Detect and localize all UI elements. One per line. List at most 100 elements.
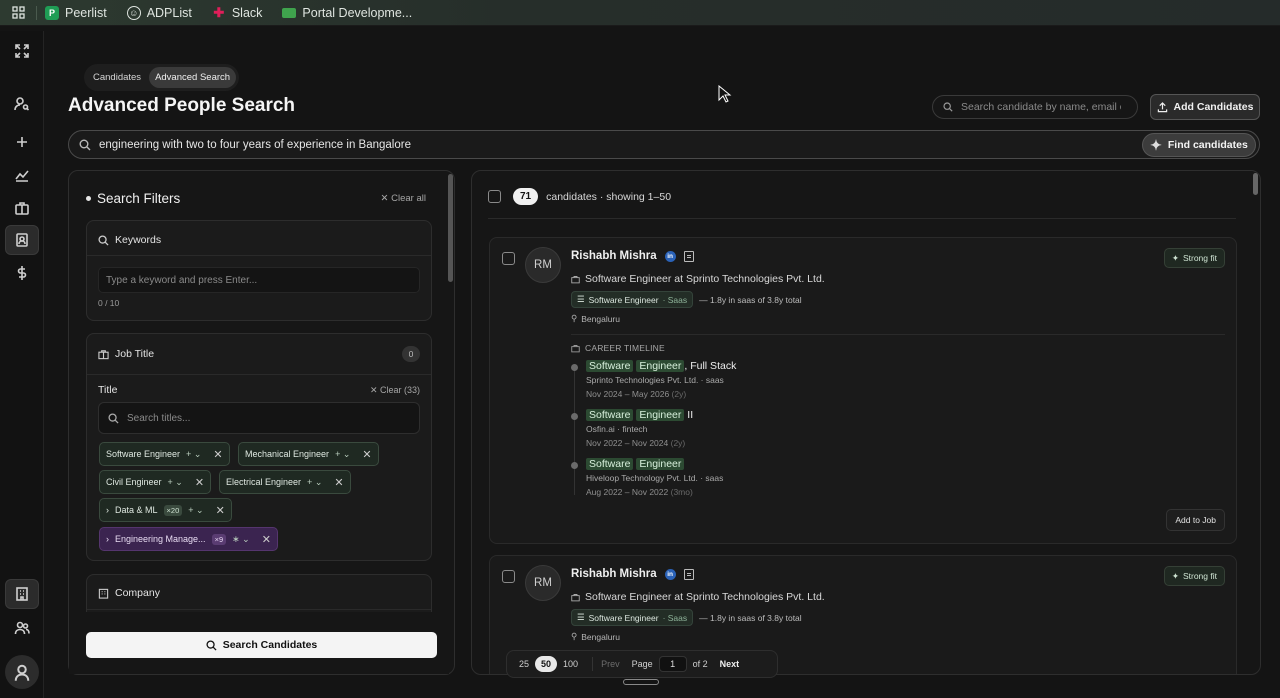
next-page-button[interactable]: Next	[720, 659, 740, 669]
title-chip[interactable]: Electrical Engineer + ⌄ ✕	[219, 470, 351, 494]
user-avatar-icon[interactable]	[5, 655, 39, 689]
career-timeline-label: CAREER TIMELINE	[571, 343, 665, 353]
timeline-dates: Aug 2022 – Nov 2022 (3mo)	[586, 487, 693, 497]
keywords-header[interactable]: Keywords	[98, 234, 161, 246]
close-icon[interactable]: ✕	[213, 448, 222, 461]
slack-icon: ✚	[213, 4, 225, 20]
bookmark-peerlist[interactable]: P Peerlist	[45, 5, 107, 20]
candidate-checkbox[interactable]	[502, 570, 515, 583]
close-icon[interactable]: ✕	[362, 448, 371, 461]
results-panel: 71 candidates · showing 1–50 RM Rishabh …	[471, 170, 1261, 675]
layers-icon: ☰	[577, 294, 585, 304]
bookmark-slack[interactable]: ✚ Slack	[212, 4, 263, 20]
dollar-icon[interactable]	[5, 258, 39, 288]
expand-icon[interactable]	[5, 36, 39, 66]
chip-mode-toggle[interactable]: + ⌄	[168, 477, 183, 488]
sparkle-icon: ✦	[1171, 570, 1179, 581]
linkedin-icon[interactable]: in	[664, 250, 676, 262]
chip-mode-toggle[interactable]: + ⌄	[335, 449, 350, 460]
job-title-header[interactable]: Job Title	[98, 348, 154, 360]
briefcase-icon[interactable]	[5, 193, 39, 223]
bookmark-portal[interactable]: Portal Developme...	[282, 6, 412, 20]
breadcrumb-candidates[interactable]: Candidates	[87, 67, 147, 88]
candidate-name-row: Rishabh Mishra in	[571, 568, 694, 580]
timeline-title: Software Engineer II	[586, 409, 693, 421]
candidate-checkbox[interactable]	[502, 252, 515, 265]
query-text[interactable]: engineering with two to four years of ex…	[99, 139, 411, 151]
chip-label: Engineering Manage...	[115, 534, 206, 544]
team-icon[interactable]	[5, 613, 39, 643]
title-chip[interactable]: Software Engineer + ⌄ ✕	[99, 442, 230, 466]
building-icon[interactable]	[5, 579, 39, 609]
chevron-right-icon[interactable]: ›	[106, 505, 109, 515]
divider	[488, 218, 1236, 219]
close-icon[interactable]: ✕	[262, 533, 271, 546]
filters-scrollbar[interactable]	[448, 174, 453, 282]
title-chip[interactable]: Civil Engineer + ⌄ ✕	[99, 470, 212, 494]
divider	[87, 374, 431, 375]
bookmark-adplist[interactable]: ☺ ADPList	[126, 5, 192, 20]
analytics-icon[interactable]	[5, 160, 39, 190]
select-all-checkbox[interactable]	[488, 190, 501, 203]
query-bar[interactable]: engineering with two to four years of ex…	[68, 130, 1260, 159]
keyword-input[interactable]	[106, 274, 406, 286]
chip-mode-toggle[interactable]: + ⌄	[186, 449, 201, 460]
results-scrollbar[interactable]	[1253, 173, 1258, 195]
bookmark-label: Slack	[231, 5, 263, 20]
divider	[87, 609, 431, 610]
candidate-name[interactable]: Rishabh Mishra	[571, 568, 657, 580]
close-icon[interactable]: ✕	[216, 504, 225, 517]
apps-grid-icon[interactable]	[0, 6, 36, 19]
timeline-dot	[571, 364, 578, 371]
chip-label: Electrical Engineer	[226, 477, 302, 487]
people-search-icon[interactable]	[5, 89, 39, 119]
close-icon[interactable]: ✕	[195, 476, 204, 489]
role-tag-label: Software Engineer	[588, 294, 659, 305]
close-icon[interactable]: ✕	[334, 476, 343, 489]
page-size-25[interactable]: 25	[513, 656, 535, 672]
find-candidates-label: Find candidates	[1167, 139, 1248, 151]
add-to-job-button[interactable]: Add to Job	[1166, 509, 1225, 531]
candidate-tags: ☰ Software Engineer · Saas — 1.8y in saa…	[571, 291, 802, 308]
briefcase-icon	[571, 275, 580, 283]
upload-icon	[1157, 101, 1167, 112]
experience-text: — 1.8y in saas of 3.8y total	[699, 612, 802, 623]
chip-multiplier: ×20	[163, 504, 183, 516]
search-candidates-button[interactable]: Search Candidates	[86, 632, 437, 658]
breadcrumb-advanced-search[interactable]: Advanced Search	[149, 67, 237, 88]
chevron-right-icon[interactable]: ›	[106, 534, 109, 544]
company-header[interactable]: Company	[98, 587, 160, 599]
experience-text: — 1.8y in saas of 3.8y total	[699, 294, 802, 305]
page-size-100[interactable]: 100	[557, 656, 584, 672]
plus-icon[interactable]	[5, 127, 39, 157]
candidate-name[interactable]: Rishabh Mishra	[571, 250, 657, 262]
resume-icon[interactable]	[683, 568, 694, 580]
bookmark-label: Portal Developme...	[302, 5, 413, 20]
candidate-search-input[interactable]	[961, 101, 1121, 113]
keyword-input-wrap	[98, 267, 420, 293]
title-chip[interactable]: Mechanical Engineer + ⌄ ✕	[238, 442, 379, 466]
chip-mode-toggle[interactable]: + ⌄	[188, 505, 203, 516]
chip-multiplier: ×9	[211, 533, 227, 545]
clear-titles-button[interactable]: ✕ Clear (33)	[370, 385, 420, 396]
peerlist-icon: P	[45, 5, 59, 20]
prev-page-button[interactable]: Prev	[601, 659, 620, 669]
linkedin-icon[interactable]: in	[664, 568, 676, 580]
title-group-chip[interactable]: › Data & ML ×20 + ⌄ ✕	[99, 498, 232, 522]
candidate-card[interactable]: RM Rishabh Mishra in Software Engineer a…	[489, 237, 1237, 544]
add-candidates-button[interactable]: Add Candidates	[1150, 94, 1260, 120]
chip-mode-toggle[interactable]: + ⌄	[307, 477, 322, 488]
horizontal-scroll-handle[interactable]	[623, 679, 659, 685]
chip-label: Software Engineer	[106, 449, 181, 459]
contacts-icon[interactable]	[5, 225, 39, 255]
page-size-50[interactable]: 50	[535, 656, 558, 672]
find-candidates-button[interactable]: ✦ Find candidates	[1142, 133, 1256, 157]
app-sidebar	[0, 31, 44, 698]
chip-mode-toggle[interactable]: ∗ ⌄	[232, 534, 250, 545]
keywords-card: Keywords 0 / 10	[86, 220, 432, 321]
clear-all-button[interactable]: ✕ Clear all	[381, 193, 426, 204]
title-group-chip[interactable]: › Engineering Manage... ×9 ∗ ⌄ ✕	[99, 527, 278, 551]
title-search-input[interactable]	[127, 412, 407, 424]
resume-icon[interactable]	[683, 250, 694, 262]
page-number-input[interactable]	[658, 656, 687, 672]
